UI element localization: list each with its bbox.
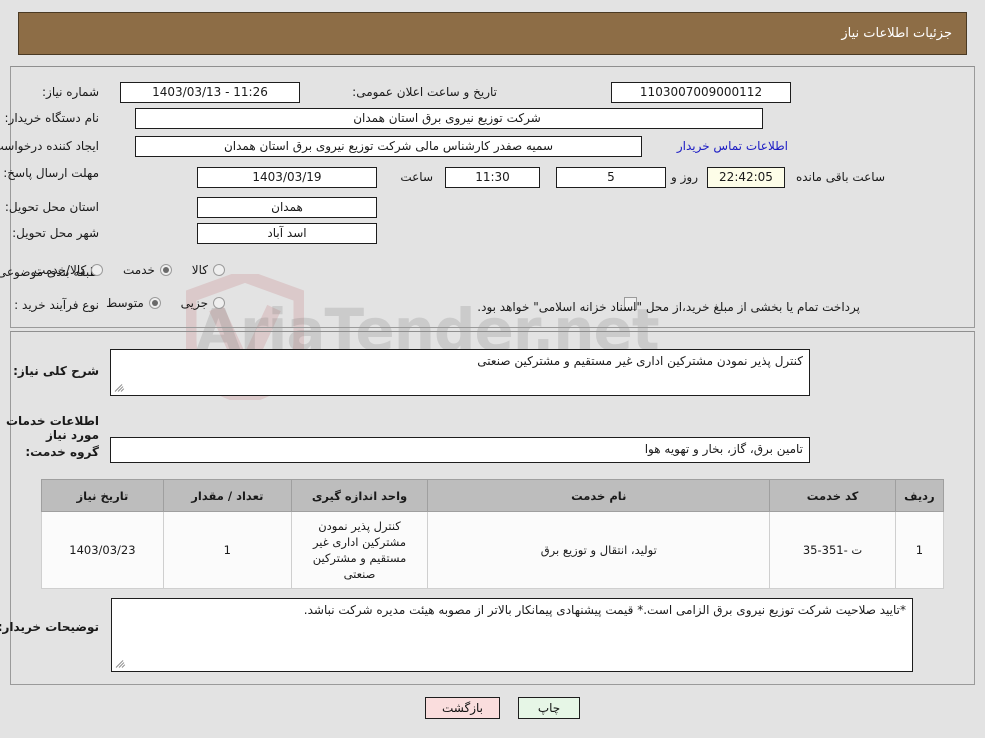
- services-section-title: اطلاعات خدمات مورد نیاز: [5, 414, 99, 442]
- radio-category-2[interactable]: [91, 264, 104, 276]
- table-header-row: ردیف کد خدمت نام خدمت واحد اندازه گیری ت…: [41, 479, 945, 512]
- buyer-org-label: نام دستگاه خریدار:: [4, 111, 100, 125]
- announce-datetime-label: تاریخ و ساعت اعلان عمومی:: [352, 85, 497, 99]
- purchase-process-group[interactable]: جزیی متوسط: [90, 296, 225, 310]
- table-row: 1 ت -351-35 تولید، انتقال و توزیع برق کن…: [41, 511, 945, 589]
- delivery-province-label: استان محل تحویل:: [4, 200, 99, 214]
- radio-process-1-label: متوسط: [106, 296, 144, 310]
- buyer-notes-label: توضیحات خریدار:: [0, 620, 99, 634]
- col-service-name: نام خدمت: [427, 479, 771, 512]
- cell-service-name: تولید، انتقال و توزیع برق: [427, 511, 771, 589]
- radio-category-0-label: کالا: [191, 263, 208, 277]
- cell-unit: کنترل پذیر نمودن مشترکین اداری غیر مستقی…: [290, 511, 429, 589]
- buyer-notes-textarea[interactable]: *تایید صلاحیت شرکت توزیع نیروی برق الزام…: [111, 598, 913, 672]
- window-title-bar: جزئیات اطلاعات نیاز: [18, 12, 967, 55]
- request-creator-label: ایجاد کننده درخواست:: [0, 139, 99, 153]
- general-description-value: کنترل پذیر نمودن مشترکین اداری غیر مستقی…: [477, 354, 803, 368]
- remaining-time-value: 22:42:05: [707, 167, 785, 188]
- buyer-org-value: شرکت توزیع نیروی برق استان همدان: [135, 108, 763, 129]
- back-button[interactable]: بازگشت: [425, 697, 500, 719]
- cell-quantity: 1: [162, 511, 292, 589]
- col-quantity: تعداد / مقدار: [162, 479, 292, 512]
- deadline-date-value: 1403/03/19: [197, 167, 377, 188]
- radio-category-0[interactable]: [213, 264, 225, 276]
- need-number-label: شماره نیاز:: [42, 85, 99, 99]
- cell-service-code: ت -351-35: [769, 511, 896, 589]
- deadline-hour-label: ساعت: [400, 170, 433, 184]
- col-unit: واحد اندازه گیری: [290, 479, 429, 512]
- delivery-province-value: همدان: [197, 197, 377, 218]
- delivery-city-label: شهر محل تحویل:: [12, 226, 99, 240]
- need-info-panel: [10, 66, 975, 328]
- general-description-label: شرح کلی نیاز:: [13, 364, 99, 378]
- deadline-time-value: 11:30: [445, 167, 540, 188]
- radio-category-1-label: خدمت: [123, 263, 155, 277]
- subject-category-group[interactable]: کالا خدمت کالا/خدمت: [18, 263, 225, 277]
- radio-category-2-label: کالا/خدمت: [34, 263, 87, 277]
- delivery-city-value: اسد آباد: [197, 223, 377, 244]
- buyer-notes-value: *تایید صلاحیت شرکت توزیع نیروی برق الزام…: [303, 603, 906, 617]
- announce-datetime-value: 11:26 - 1403/03/13: [120, 82, 300, 103]
- need-number-value: 1103007009000112: [611, 82, 791, 103]
- cell-row: 1: [894, 511, 945, 589]
- remaining-time-label: ساعت باقی مانده: [795, 170, 885, 184]
- remaining-days-value: 5: [556, 167, 666, 188]
- radio-process-0-label: جزیی: [180, 296, 208, 310]
- service-group-label: گروه خدمت:: [25, 445, 99, 459]
- radio-category-1[interactable]: [159, 264, 172, 276]
- services-table: ردیف کد خدمت نام خدمت واحد اندازه گیری ت…: [41, 479, 945, 589]
- request-creator-value: سمیه صفدر کارشناس مالی شرکت توزیع نیروی …: [135, 136, 642, 157]
- col-need-date: تاریخ نیاز: [41, 479, 164, 512]
- radio-process-0[interactable]: [213, 297, 225, 309]
- resize-grip-icon[interactable]: [115, 657, 127, 669]
- deadline-label: مهلت ارسال پاسخ: تا تاریخ:: [0, 166, 99, 180]
- buyer-contact-link[interactable]: اطلاعات تماس خریدار: [677, 139, 788, 153]
- page-title: جزئیات اطلاعات نیاز: [841, 26, 952, 41]
- resize-grip-icon[interactable]: [114, 381, 126, 393]
- service-group-value: تامین برق، گاز، بخار و تهویه هوا: [110, 437, 810, 463]
- remaining-days-label: روز و: [671, 170, 698, 184]
- general-description-textarea[interactable]: کنترل پذیر نمودن مشترکین اداری غیر مستقی…: [110, 349, 810, 396]
- cell-need-date: 1403/03/23: [41, 511, 164, 589]
- treasury-documents-label: پرداخت تمام یا بخشی از مبلغ خرید،از محل …: [477, 300, 860, 314]
- radio-process-1[interactable]: [148, 297, 161, 309]
- col-service-code: کد خدمت: [769, 479, 896, 512]
- col-row: ردیف: [894, 479, 945, 512]
- print-button[interactable]: چاپ: [518, 697, 580, 719]
- purchase-process-label: نوع فرآیند خرید :: [14, 298, 99, 312]
